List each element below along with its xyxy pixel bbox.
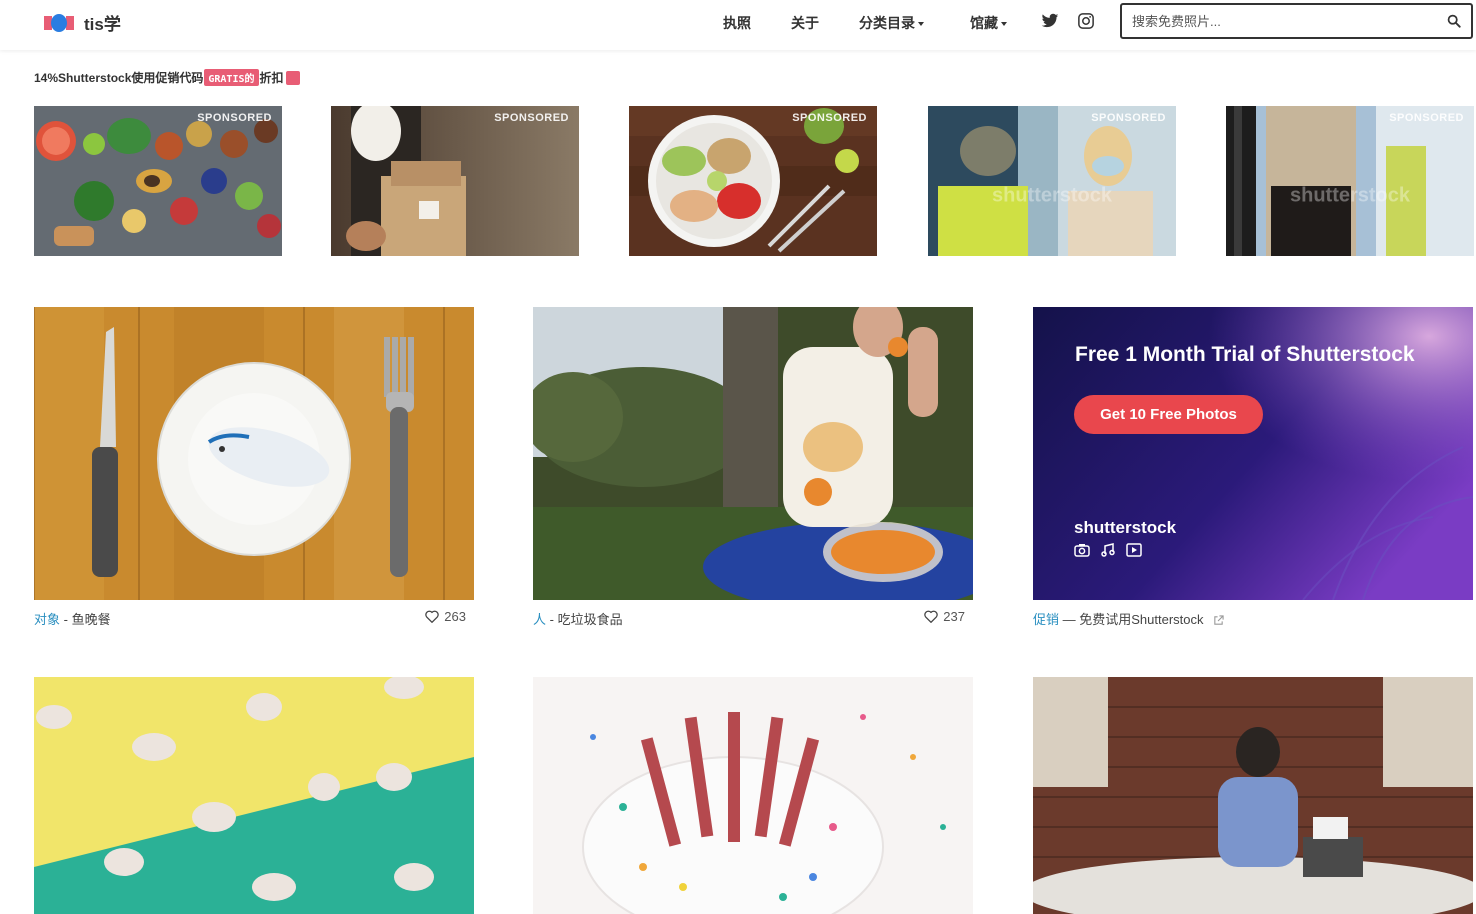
sponsored-watermark: shutterstock (991, 184, 1113, 207)
photo-birthday-cake[interactable] (533, 677, 973, 914)
nav-collections[interactable]: 馆藏 (970, 13, 1007, 33)
sponsored-label: SPONSORED (197, 112, 272, 124)
promo-text-end: 折扣 (259, 71, 284, 85)
firecracker-cake-image (533, 677, 973, 914)
sponsored-image[interactable]: SPONSORED (331, 106, 579, 256)
promo-card[interactable]: Free 1 Month Trial of Shutterstock Get 1… (1033, 307, 1473, 634)
salad-image (629, 106, 877, 256)
photo-card[interactable] (34, 677, 474, 914)
photo-fish-dinner[interactable] (34, 307, 474, 600)
like-button[interactable]: 237 (924, 609, 965, 624)
promo-text: 14%Shutterstock使用促销代码 (34, 71, 204, 85)
ad-cta-button[interactable]: Get 10 Free Photos (1074, 395, 1263, 434)
fish-plate-image (34, 307, 474, 600)
logo-icon (44, 13, 74, 33)
caption-separator: — (1059, 612, 1080, 627)
heart-icon (924, 610, 939, 623)
caption-separator: - (546, 612, 558, 627)
photo-writer[interactable] (1033, 677, 1473, 914)
top-navbar: tis学 执照 关于 分类目录 馆藏 (0, 0, 1476, 50)
photo-card[interactable]: 人 - 吃垃圾食品 237 (533, 307, 973, 634)
ad-title: Free 1 Month Trial of Shutterstock (1075, 343, 1415, 366)
nav-license[interactable]: 执照 (723, 13, 751, 33)
category-link[interactable]: 人 (533, 612, 546, 627)
door-delivery-image (1226, 106, 1474, 256)
search-box (1120, 3, 1473, 39)
search-icon[interactable] (1447, 14, 1461, 28)
sponsored-image[interactable]: SPONSORED shutterstock (928, 106, 1176, 256)
sponsored-image[interactable]: SPONSORED shutterstock (1226, 106, 1474, 256)
sponsored-label: SPONSORED (792, 112, 867, 124)
music-icon (1101, 543, 1115, 557)
site-name: tis学 (84, 15, 121, 34)
search-input[interactable] (1122, 5, 1422, 37)
photo-card[interactable] (1033, 677, 1473, 914)
sponsored-watermark: shutterstock (1289, 184, 1411, 207)
caption-separator: - (60, 612, 72, 627)
instagram-icon[interactable] (1077, 12, 1095, 30)
nav-collections-label: 馆藏 (970, 15, 998, 31)
typewriter-writer-image (1033, 677, 1473, 914)
camera-icon (1074, 544, 1090, 557)
like-count: 263 (444, 609, 466, 624)
sponsored-label: SPONSORED (1389, 112, 1464, 124)
nav-about[interactable]: 关于 (791, 13, 819, 33)
external-link-icon[interactable] (1213, 615, 1224, 626)
sponsored-label: SPONSORED (494, 112, 569, 124)
category-link[interactable]: 对象 (34, 612, 60, 627)
site-logo[interactable]: tis学 (44, 10, 121, 35)
promo-marker (285, 70, 300, 85)
photo-animal-crackers[interactable] (34, 677, 474, 914)
photo-title: 免费试用Shutterstock (1079, 612, 1204, 627)
nav-categories-label: 分类目录 (859, 15, 915, 31)
animal-crackers-image (34, 677, 474, 914)
nav-categories[interactable]: 分类目录 (859, 13, 924, 33)
video-icon (1126, 543, 1142, 557)
photo-card[interactable]: 对象 - 鱼晚餐 263 (34, 307, 474, 634)
category-link[interactable]: 促销 (1033, 612, 1059, 627)
photo-caption: 促销 — 免费试用Shutterstock (1033, 600, 1473, 634)
photo-card[interactable] (533, 677, 973, 914)
woman-eating-image (533, 307, 973, 600)
photo-caption: 人 - 吃垃圾食品 237 (533, 600, 973, 634)
masked-delivery-image (928, 106, 1176, 256)
photo-title: 吃垃圾食品 (557, 612, 623, 627)
photo-caption: 对象 - 鱼晚餐 263 (34, 600, 474, 634)
shutterstock-logo: shutterstock (1074, 518, 1177, 537)
sponsored-image[interactable]: SPONSORED (34, 106, 282, 256)
sponsored-label: SPONSORED (1091, 112, 1166, 124)
chevron-down-icon (1001, 22, 1007, 27)
sponsored-image[interactable]: SPONSORED (629, 106, 877, 256)
vegetables-image (34, 106, 282, 256)
delivery-bag-image (331, 106, 579, 256)
shutterstock-ad[interactable]: Free 1 Month Trial of Shutterstock Get 1… (1033, 307, 1473, 600)
twitter-icon[interactable] (1041, 12, 1059, 30)
promo-code: GRATIS的 (204, 69, 259, 86)
like-count: 237 (943, 609, 965, 624)
photo-title: 鱼晚餐 (71, 612, 111, 627)
chevron-down-icon (918, 22, 924, 27)
promo-banner[interactable]: 14%Shutterstock使用促销代码 GRATIS的 折扣 (34, 69, 300, 86)
photo-junk-food[interactable] (533, 307, 973, 600)
heart-icon (425, 610, 440, 623)
like-button[interactable]: 263 (425, 609, 466, 624)
media-icons (1074, 543, 1142, 557)
